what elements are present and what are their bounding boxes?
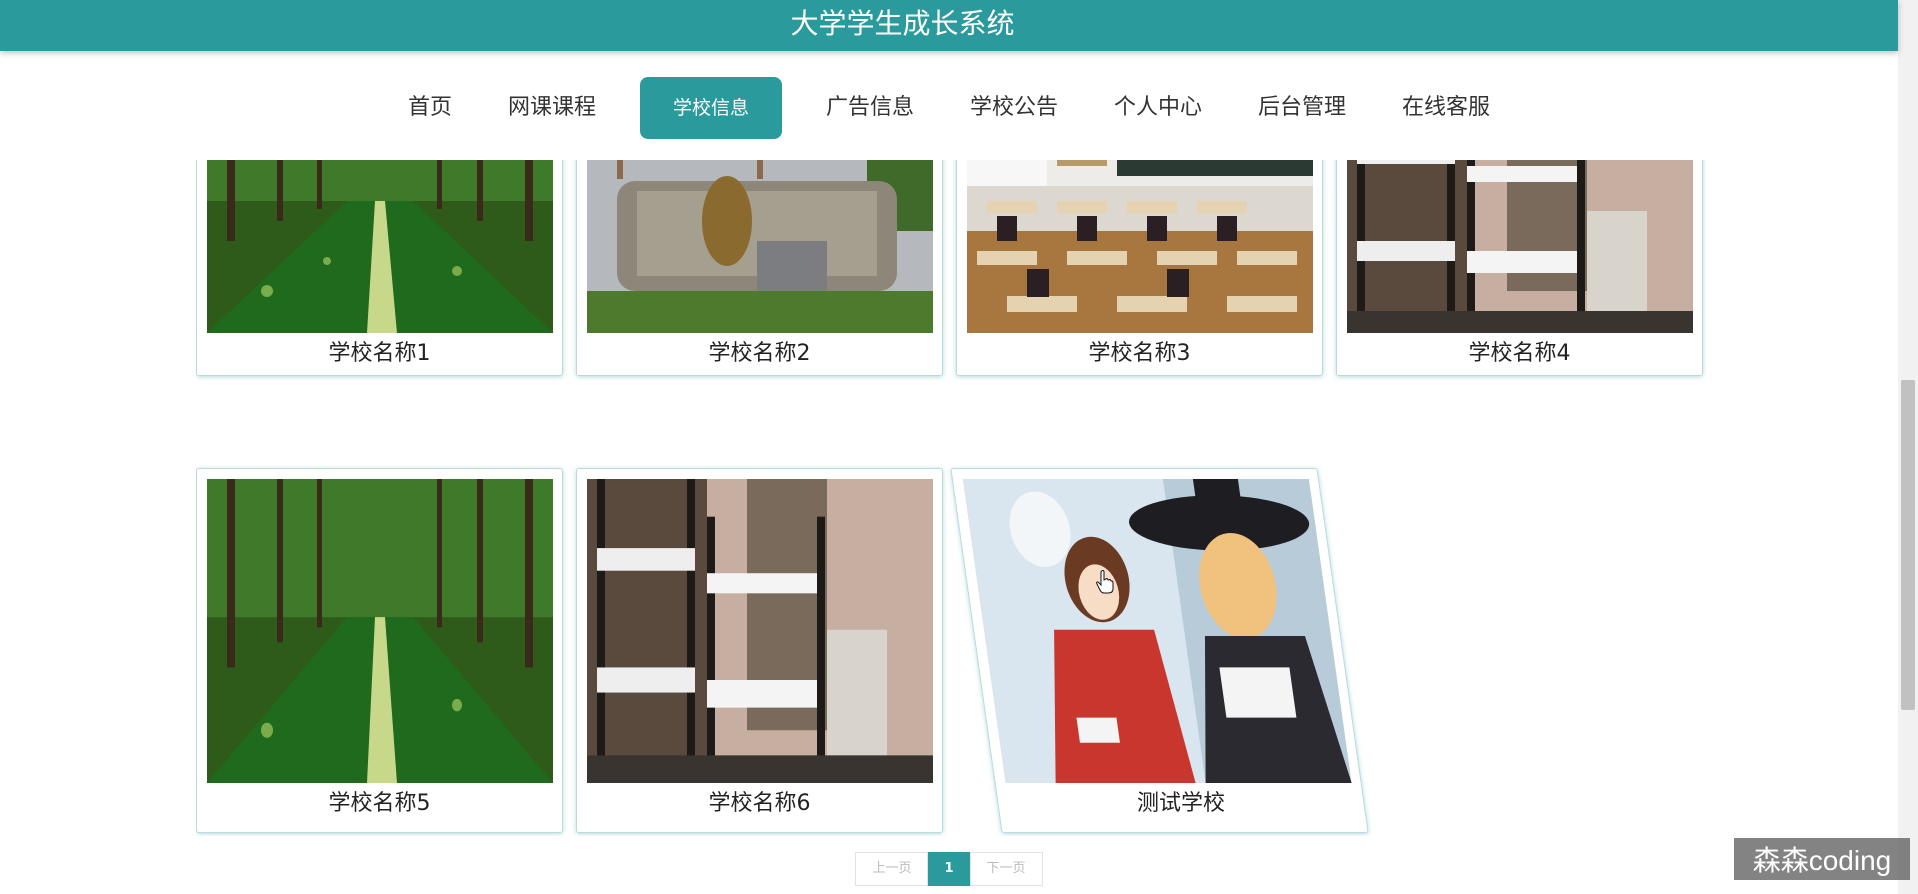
nav-item-home[interactable]: 首页 [396,77,464,139]
prev-page-button[interactable]: 上一页 [855,852,929,886]
school-card[interactable]: 学校名称5 [196,468,563,833]
pagination: 上一页 1 下一页 [0,852,1898,886]
vertical-scrollbar[interactable] [1898,0,1918,894]
header-bar: 大学学生成长系统 [0,0,1898,51]
page-1-button[interactable]: 1 [928,852,970,886]
school-card[interactable]: 学校名称3 [956,160,1323,376]
school-name: 学校名称4 [1468,341,1571,366]
school-image-statue[interactable] [587,160,933,333]
school-card-hovered[interactable]: 测试学校 [950,468,1369,833]
school-name: 学校名称1 [328,341,431,366]
nav-item-support[interactable]: 在线客服 [1390,77,1502,139]
site-title: 大学学生成长系统 [790,7,1015,40]
nav-item-school-info[interactable]: 学校信息 [639,77,782,139]
next-page-button[interactable]: 下一页 [969,852,1043,886]
nav-item-ads[interactable]: 广告信息 [814,77,926,139]
scrollbar-thumb[interactable] [1901,380,1915,710]
nav-item-profile[interactable]: 个人中心 [1102,77,1214,139]
nav-item-announcements[interactable]: 学校公告 [958,77,1070,139]
school-image-road[interactable] [207,160,553,333]
school-grid: 学校名称1 学校名称2 学校名称3 学校名称4 学校名称5 学校名称6 测试学校 [196,160,1706,836]
school-image-anime[interactable] [962,479,1352,783]
school-card[interactable]: 学校名称4 [1336,160,1703,376]
school-card[interactable]: 学校名称6 [576,468,943,833]
school-image-dormitory[interactable] [1347,160,1693,333]
school-name: 学校名称5 [328,791,431,816]
nav-item-courses[interactable]: 网课课程 [496,77,608,139]
school-name: 学校名称6 [708,791,811,816]
school-image-classroom[interactable] [967,160,1313,333]
school-name: 学校名称2 [708,341,811,366]
school-card[interactable]: 学校名称1 [196,160,563,376]
school-name: 学校名称3 [1088,341,1191,366]
nav-item-admin[interactable]: 后台管理 [1246,77,1358,139]
hand-cursor-icon [1096,570,1114,594]
main-nav: 首页 网课课程 学校信息 广告信息 学校公告 个人中心 后台管理 在线客服 [0,77,1898,139]
school-image-road[interactable] [207,479,553,783]
school-card[interactable]: 学校名称2 [576,160,943,376]
school-name: 测试学校 [1137,791,1226,816]
watermark: 森森coding [1734,838,1910,880]
school-image-dormitory[interactable] [587,479,933,783]
